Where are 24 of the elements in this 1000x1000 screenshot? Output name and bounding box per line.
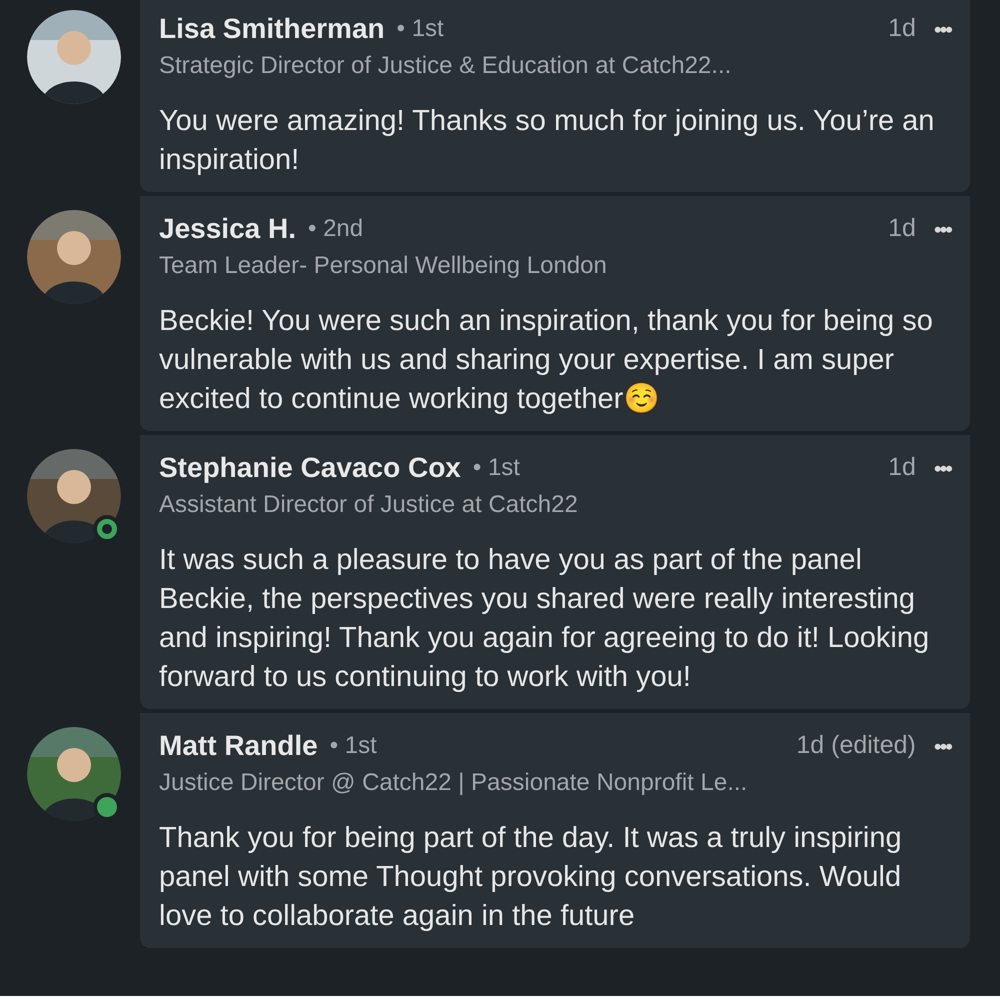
comment-text: You were amazing! Thanks so much for joining us. You’re an inspiration! — [159, 104, 936, 178]
commenter-name[interactable]: Matt Randle — [159, 727, 318, 765]
commenter-headline: Strategic Director of Justice & Education at Catch22... — [159, 51, 732, 81]
comment-text: It was such a pleasure to have you as part of the panel Beckie, the perspectives you shared were really interesting and inspiring! Thank you again for agreeing to do it! Looking forward to us continuing to work with you! — [159, 543, 930, 695]
connection-degree: • 1st — [396, 14, 444, 44]
comment-text: Beckie! You were such an inspiration, thank you for being so vulnerable with us and sharing your expertise. I am super excited to continue working together☺ — [159, 304, 934, 417]
comment-text: Thank you for being part of the day. It was a truly inspiring panel with some Thought provoking conversations. Would love to collaborate again in the future — [159, 821, 903, 934]
more-button[interactable]: ••• — [934, 452, 951, 484]
connection-degree: • 1st — [330, 731, 377, 761]
connection-degree: • 2nd — [308, 214, 364, 244]
more-button[interactable]: ••• — [934, 212, 951, 246]
connection-degree: • 1st — [472, 453, 520, 483]
comment-time: 1d (edited) — [796, 730, 916, 762]
comment-time: 1d — [888, 452, 916, 484]
more-button[interactable]: ••• — [934, 12, 951, 46]
comment-time: 1d — [888, 13, 916, 44]
commenter-name[interactable]: Jessica H. — [159, 210, 296, 248]
commenter-headline: Team Leader- Personal Wellbeing London — [159, 251, 608, 281]
commenter-headline: Assistant Director of Justice at Catch22 — [159, 490, 579, 520]
commenter-headline: Justice Director @ Catch22 | Passionate Nonprofit Le... — [159, 768, 748, 798]
comment-time: 1d — [888, 213, 916, 244]
more-button[interactable]: ••• — [934, 730, 951, 762]
commenter-name[interactable]: Stephanie Cavaco Cox — [159, 449, 461, 487]
commenter-name[interactable]: Lisa Smitherman — [159, 10, 385, 48]
